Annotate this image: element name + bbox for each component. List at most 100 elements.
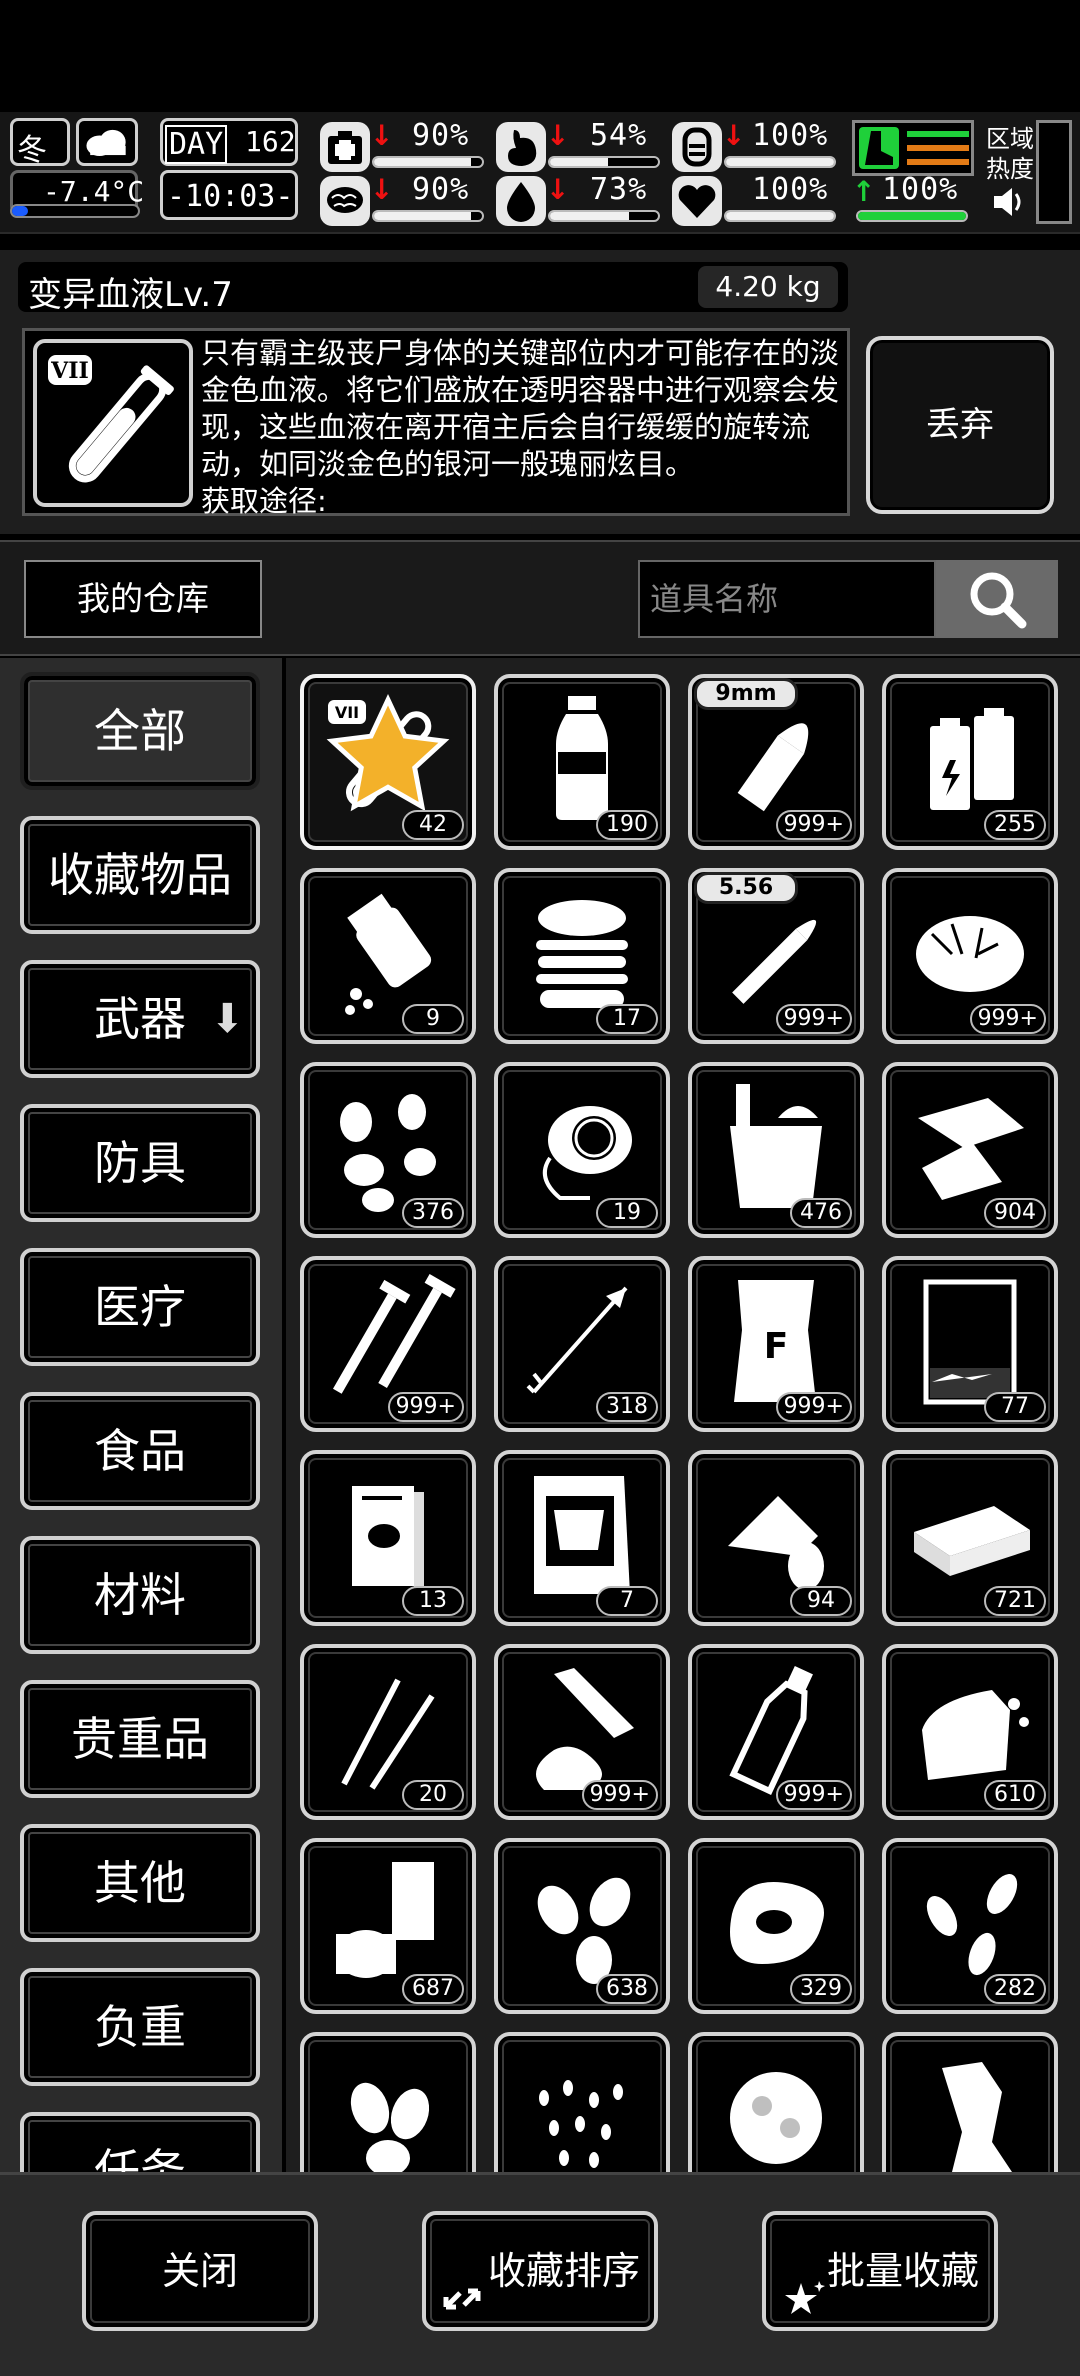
item-count: 42 bbox=[402, 810, 464, 840]
category-all[interactable]: 全部 bbox=[20, 672, 260, 790]
close-button[interactable]: 关闭 bbox=[82, 2211, 318, 2331]
category-weapons[interactable]: 武器 ⬇ bbox=[20, 960, 260, 1078]
item-detail-panel: 变异血液Lv.7 4.20 kg VII 只有霸主级丧尸身体的关键部位内才可能存… bbox=[0, 250, 1080, 534]
item-slot[interactable]: 9 bbox=[300, 868, 476, 1044]
stat-battery-bar bbox=[724, 156, 836, 168]
tweezers-icon bbox=[341, 1678, 435, 1790]
item-slot[interactable]: 687 bbox=[300, 1838, 476, 2014]
item-slot[interactable]: 17 bbox=[494, 868, 670, 1044]
item-search-input[interactable]: 道具名称 bbox=[638, 560, 936, 638]
item-slot[interactable]: 610 bbox=[882, 1644, 1058, 1820]
stat-battery-value: 100% bbox=[752, 118, 829, 153]
season-box: 冬 bbox=[10, 118, 70, 168]
swap-arrows-icon bbox=[440, 2252, 484, 2309]
caliber-tag: 5.56 bbox=[694, 872, 798, 904]
seed-packet-icon bbox=[534, 1476, 630, 1594]
temperature-bar bbox=[10, 204, 140, 218]
item-slot[interactable]: VII 42 bbox=[300, 674, 476, 850]
item-count: 7 bbox=[596, 1586, 658, 1616]
item-slot[interactable]: 721 bbox=[882, 1450, 1058, 1626]
category-quest[interactable]: 任务 bbox=[20, 2112, 260, 2172]
item-slot[interactable]: 9mm 999+ bbox=[688, 674, 864, 850]
item-grid: VII 42 190 9mm 999+ 255 9 17 5.56 999+ 999+ 376 19 47… bbox=[286, 658, 1080, 2172]
category-food[interactable]: 食品 bbox=[20, 1392, 260, 1510]
region-heat-meter bbox=[1036, 120, 1072, 224]
rice-grains-icon bbox=[539, 2080, 623, 2168]
item-description: 只有霸主级丧尸身体的关键部位内才可能存在的淡金色血液。将它们盛放在透明容器中进行… bbox=[201, 336, 840, 518]
category-valuables[interactable]: 贵重品 bbox=[20, 1680, 260, 1798]
bread-loaf-icon bbox=[922, 1690, 1029, 1780]
burger-icon bbox=[536, 900, 628, 1008]
item-slot[interactable]: 376 bbox=[300, 1062, 476, 1238]
item-count: 329 bbox=[790, 1974, 852, 2004]
item-slot[interactable] bbox=[882, 2032, 1058, 2172]
item-count: 13 bbox=[402, 1586, 464, 1616]
item-slot[interactable] bbox=[688, 2032, 864, 2172]
item-slot[interactable]: 190 bbox=[494, 674, 670, 850]
category-medical[interactable]: 医疗 bbox=[20, 1248, 260, 1366]
item-slot[interactable]: 999+ bbox=[688, 1644, 864, 1820]
item-count: 9 bbox=[402, 1004, 464, 1034]
item-count: 999+ bbox=[775, 810, 852, 840]
item-count: 255 bbox=[984, 810, 1046, 840]
day-number: 162 bbox=[245, 125, 296, 158]
item-slot[interactable]: 94 bbox=[688, 1450, 864, 1626]
batch-favorite-button[interactable]: 批量收藏 bbox=[762, 2211, 998, 2331]
category-weapons-label: 武器 bbox=[94, 992, 186, 1046]
item-count: 999+ bbox=[775, 1004, 852, 1034]
item-count: 687 bbox=[402, 1974, 464, 2004]
item-slot[interactable]: 638 bbox=[494, 1838, 670, 2014]
down-arrow-icon: ⬇ bbox=[210, 996, 244, 1042]
my-warehouse-button[interactable]: 我的仓库 bbox=[24, 560, 262, 638]
item-slot[interactable]: F 999+ bbox=[688, 1256, 864, 1432]
stamina-trend-icon: ↑ bbox=[852, 175, 876, 208]
item-slot[interactable]: 77 bbox=[882, 1256, 1058, 1432]
item-count: 610 bbox=[984, 1780, 1046, 1810]
stat-medkit-value: 90% bbox=[412, 118, 470, 153]
item-slot[interactable] bbox=[300, 2032, 476, 2172]
item-count: 17 bbox=[596, 1004, 658, 1034]
item-slot[interactable]: 999+ bbox=[494, 1644, 670, 1820]
category-materials[interactable]: 材料 bbox=[20, 1536, 260, 1654]
category-favorites[interactable]: 收藏物品 bbox=[20, 816, 260, 934]
pill-bottle-icon bbox=[345, 893, 432, 1015]
item-weight: 4.20 kg bbox=[698, 266, 838, 308]
stat-brain-bar bbox=[372, 210, 484, 222]
item-count: 318 bbox=[596, 1392, 658, 1422]
turbine-part-icon bbox=[542, 1106, 632, 1200]
discard-button[interactable]: 丢弃 bbox=[866, 336, 1054, 514]
item-slot[interactable]: 904 bbox=[882, 1062, 1058, 1238]
item-slot[interactable]: 19 bbox=[494, 1062, 670, 1238]
item-slot[interactable]: 476 bbox=[688, 1062, 864, 1238]
item-slot[interactable]: 13 bbox=[300, 1450, 476, 1626]
item-slot[interactable]: 999+ bbox=[300, 1256, 476, 1432]
item-slot[interactable]: 20 bbox=[300, 1644, 476, 1820]
battery-icon bbox=[672, 122, 722, 172]
item-slot[interactable]: 5.56 999+ bbox=[688, 868, 864, 1044]
item-slot[interactable]: 318 bbox=[494, 1256, 670, 1432]
stat-stamina-value: 100% bbox=[882, 172, 959, 207]
stat-brain-value: 90% bbox=[412, 172, 470, 207]
star-sparkle-icon bbox=[781, 2252, 825, 2314]
stat-water-value: 73% bbox=[590, 172, 648, 207]
sunflower-seeds-icon bbox=[926, 1874, 1018, 1976]
favorite-sort-button[interactable]: 收藏排序 bbox=[422, 2211, 658, 2331]
search-icon[interactable] bbox=[936, 560, 1058, 638]
item-count: 904 bbox=[984, 1198, 1046, 1228]
favorite-sort-label: 收藏排序 bbox=[487, 2249, 640, 2293]
item-slot[interactable]: 282 bbox=[882, 1838, 1058, 2014]
item-count: 19 bbox=[596, 1198, 658, 1228]
mutant-blood-vial-icon: VII bbox=[33, 339, 193, 507]
item-slot[interactable] bbox=[494, 2032, 670, 2172]
item-slot[interactable]: 999+ bbox=[882, 868, 1058, 1044]
speaker-icon[interactable] bbox=[990, 184, 1026, 220]
category-load[interactable]: 负重 bbox=[20, 1968, 260, 2086]
item-slot[interactable]: 7 bbox=[494, 1450, 670, 1626]
item-slot[interactable]: 329 bbox=[688, 1838, 864, 2014]
item-count: 94 bbox=[790, 1586, 852, 1616]
category-armor[interactable]: 防具 bbox=[20, 1104, 260, 1222]
heart-icon bbox=[672, 176, 722, 226]
item-slot[interactable]: 255 bbox=[882, 674, 1058, 850]
category-other[interactable]: 其他 bbox=[20, 1824, 260, 1942]
stomach-icon bbox=[496, 122, 546, 172]
